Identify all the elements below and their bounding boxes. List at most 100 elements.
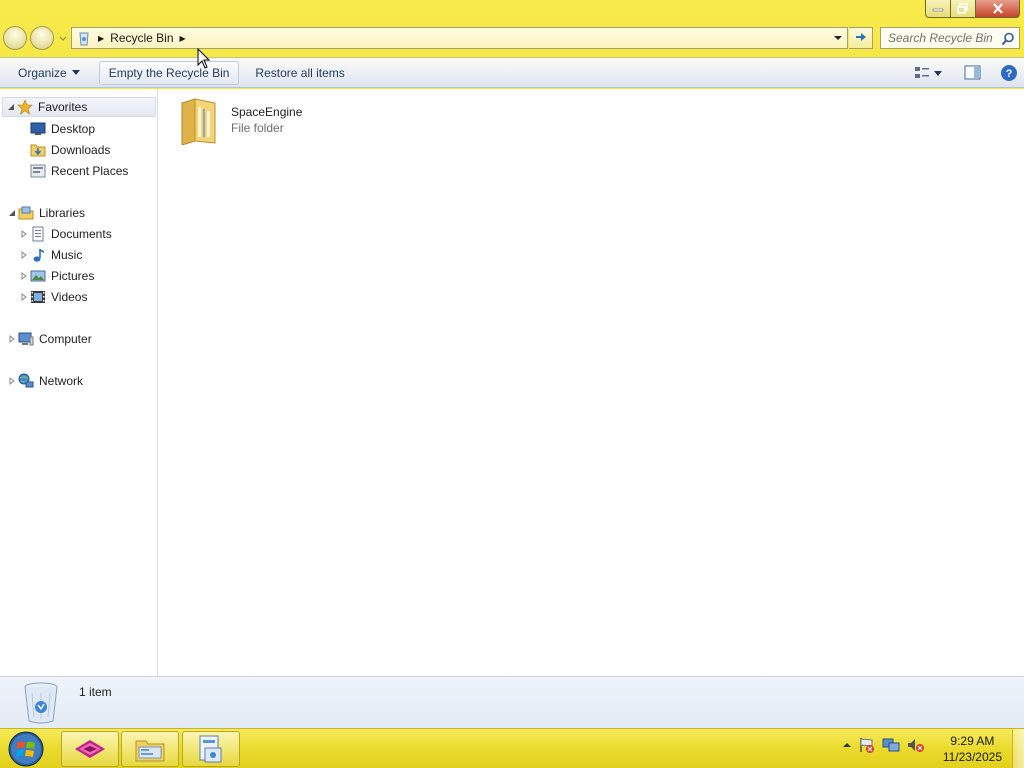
show-desktop-button[interactable]: [1012, 729, 1024, 768]
nav-favorites[interactable]: Favorites: [2, 97, 156, 117]
system-tray: [842, 737, 926, 753]
restore-all-items-button[interactable]: Restore all items: [245, 61, 354, 85]
collapsed-triangle-icon[interactable]: [20, 272, 28, 280]
computer-icon: [18, 332, 34, 346]
nav-network-label: Network: [39, 374, 84, 388]
nav-item-music[interactable]: Music: [20, 245, 82, 265]
breadcrumb-arrow-icon[interactable]: ▶: [180, 34, 186, 43]
navigation-pane: Favorites Desktop Downloads Recent Place…: [0, 89, 158, 676]
command-bar-right: ?: [914, 61, 1018, 85]
collapsed-triangle-icon[interactable]: [20, 230, 28, 238]
caption-buttons: [925, 0, 1020, 18]
search-box[interactable]: [880, 27, 1020, 49]
close-button[interactable]: [976, 0, 1020, 18]
explorer-window: ▶ Recycle Bin ▶ Organize Empty the Recyc…: [0, 0, 1024, 728]
refresh-button[interactable]: [849, 27, 873, 49]
recycle-window-icon: [199, 735, 222, 763]
collapsed-triangle-icon[interactable]: [20, 251, 28, 259]
nav-item-desktop[interactable]: Desktop: [30, 119, 95, 139]
search-icon[interactable]: [1001, 32, 1015, 46]
taskbar: 9:29 AM 11/23/2025: [0, 728, 1024, 768]
collapsed-triangle-icon[interactable]: [20, 293, 28, 301]
nav-libraries[interactable]: Libraries: [8, 203, 85, 223]
desktop-icon: [30, 122, 46, 135]
nav-computer[interactable]: Computer: [8, 329, 92, 349]
expanded-triangle-icon[interactable]: [8, 209, 16, 217]
recycle-bin-large-icon: [24, 682, 58, 724]
close-icon: [992, 3, 1003, 14]
recent-places-icon: [30, 164, 46, 178]
organize-label: Organize: [18, 65, 67, 80]
organize-button[interactable]: Organize: [8, 61, 90, 85]
nav-downloads-label: Downloads: [51, 143, 111, 157]
explorer-body: Favorites Desktop Downloads Recent Place…: [0, 89, 1024, 676]
breadcrumb-arrow-icon[interactable]: ▶: [98, 34, 104, 43]
taskbar-clock[interactable]: 9:29 AM 11/23/2025: [943, 733, 1002, 765]
item-name: SpaceEngine: [231, 105, 303, 119]
chevron-down-icon: [71, 70, 80, 75]
clock-date: 11/23/2025: [942, 750, 1002, 764]
empty-recycle-bin-button[interactable]: Empty the Recycle Bin: [98, 60, 240, 85]
minimize-button[interactable]: [925, 0, 951, 18]
search-input[interactable]: [881, 31, 999, 45]
nav-item-pictures[interactable]: Pictures: [20, 266, 94, 286]
taskbar-app-button[interactable]: [61, 731, 119, 767]
downloads-folder-icon: [30, 144, 46, 157]
app-icon: [75, 740, 105, 758]
change-view-button[interactable]: [914, 66, 942, 80]
breadcrumb-recycle-bin[interactable]: Recycle Bin: [110, 31, 173, 45]
nav-item-documents[interactable]: Documents: [20, 224, 112, 244]
back-button[interactable]: [3, 26, 27, 50]
tray-arrow-icon[interactable]: [842, 740, 852, 750]
nav-documents-label: Documents: [51, 227, 112, 241]
empty-label: Empty the Recycle Bin: [108, 65, 230, 80]
videos-icon: [31, 291, 45, 303]
forward-button[interactable]: [30, 26, 54, 50]
svg-text:?: ?: [1006, 68, 1013, 80]
clock-time: 9:29 AM: [950, 734, 995, 748]
item-count: 1 item: [79, 685, 112, 699]
nav-favorites-label: Favorites: [38, 100, 88, 114]
chevron-down-icon: [934, 70, 942, 76]
explorer-icon: [135, 740, 165, 762]
address-bar[interactable]: ▶ Recycle Bin ▶: [71, 27, 848, 49]
pictures-icon: [30, 270, 46, 282]
item-type: File folder: [231, 121, 284, 135]
action-center-icon[interactable]: [858, 737, 876, 753]
nav-desktop-label: Desktop: [51, 122, 96, 136]
recent-pages-icon[interactable]: [58, 33, 68, 43]
start-button[interactable]: [6, 730, 46, 768]
network-icon[interactable]: [882, 737, 900, 753]
help-icon[interactable]: ?: [1000, 64, 1018, 82]
nav-network[interactable]: Network: [8, 371, 83, 391]
nav-item-recent-places[interactable]: Recent Places: [30, 161, 128, 181]
nav-item-downloads[interactable]: Downloads: [30, 140, 110, 160]
command-bar: Organize Empty the Recycle Bin Restore a…: [0, 57, 1024, 88]
restore-label: Restore all items: [255, 65, 345, 80]
expanded-triangle-icon[interactable]: [7, 103, 15, 111]
restore-icon: [957, 3, 968, 14]
nav-item-videos[interactable]: Videos: [20, 287, 87, 307]
maximize-button[interactable]: [951, 0, 976, 18]
file-list[interactable]: SpaceEngine File folder: [159, 89, 1024, 676]
star-icon: [17, 99, 33, 115]
address-dropdown-icon[interactable]: [833, 34, 843, 42]
taskbar-window-button[interactable]: [182, 731, 240, 767]
collapsed-triangle-icon[interactable]: [8, 335, 16, 343]
network-icon: [18, 373, 34, 388]
taskbar-explorer-button[interactable]: [121, 731, 179, 767]
list-item[interactable]: SpaceEngine File folder: [177, 95, 377, 147]
preview-pane-icon[interactable]: [964, 65, 982, 81]
mouse-cursor-icon: [197, 48, 211, 69]
volume-muted-icon[interactable]: [906, 737, 926, 753]
navigation-row: ▶ Recycle Bin ▶: [0, 25, 1024, 51]
details-pane: 1 item: [0, 676, 1024, 728]
nav-music-label: Music: [51, 248, 83, 262]
documents-icon: [32, 226, 44, 242]
folder-icon: [181, 98, 216, 145]
collapsed-triangle-icon[interactable]: [8, 377, 16, 385]
nav-computer-label: Computer: [39, 332, 92, 346]
nav-videos-label: Videos: [51, 290, 88, 304]
music-icon: [33, 249, 44, 262]
refresh-icon: [855, 33, 866, 41]
